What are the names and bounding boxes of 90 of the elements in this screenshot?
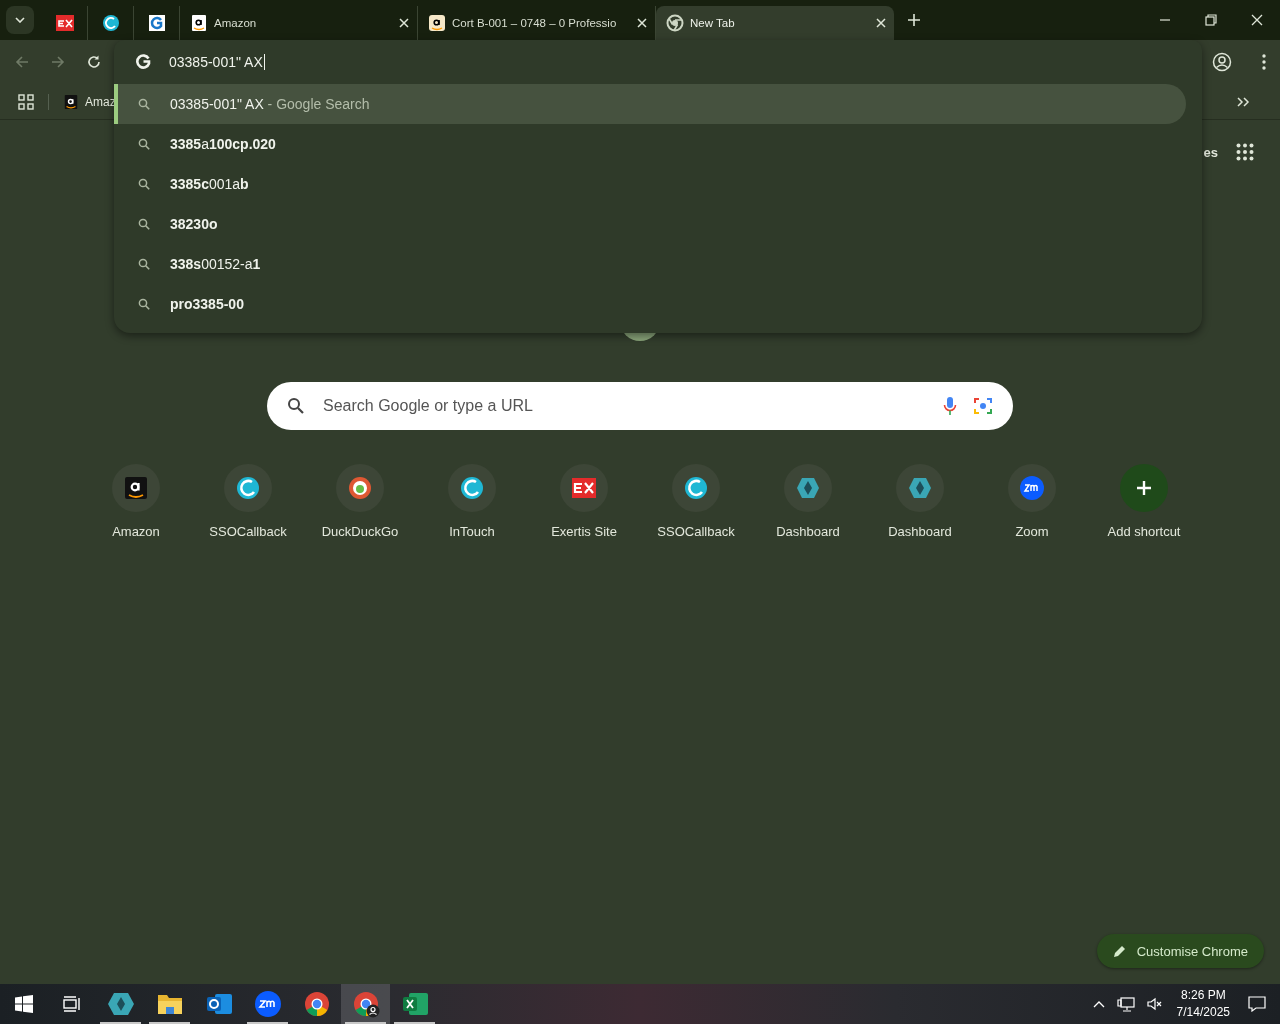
- chevron-double-icon[interactable]: [1236, 95, 1250, 108]
- suggestion-item[interactable]: 338s00152-a1: [114, 244, 1186, 284]
- search-icon: [138, 138, 150, 150]
- suggestion-text: 38230o: [170, 216, 218, 232]
- swirl-icon: [684, 476, 708, 500]
- back-icon[interactable]: [14, 54, 30, 70]
- swirl-icon: [460, 476, 484, 500]
- search-icon: [138, 178, 150, 190]
- close-icon[interactable]: [1251, 14, 1263, 26]
- reload-icon[interactable]: [86, 54, 102, 70]
- network-icon[interactable]: [1116, 996, 1135, 1012]
- shortcut-tile[interactable]: Add shortcut: [1088, 464, 1200, 539]
- shortcut-tile[interactable]: Amazon: [80, 464, 192, 539]
- search-box[interactable]: Search Google or type a URL: [267, 382, 1013, 430]
- header-link[interactable]: es: [1203, 144, 1218, 160]
- zm-logo-icon: [253, 990, 282, 1018]
- suggestion-text: pro3385-00: [170, 296, 244, 312]
- amazon-icon: [124, 476, 148, 500]
- g-logo-icon: [147, 14, 166, 32]
- profile-icon[interactable]: [1212, 52, 1232, 72]
- suggestion-text: 3385c001ab: [170, 176, 249, 192]
- forward-icon[interactable]: [50, 54, 66, 70]
- chevron-down-icon: [15, 17, 25, 23]
- zm-logo-icon: [1020, 476, 1044, 500]
- ex-logo-icon: [55, 14, 74, 32]
- taskbar-clock[interactable]: 8:26 PM 7/14/2025: [1176, 987, 1230, 1021]
- search-icon: [287, 397, 305, 415]
- search-field[interactable]: Search Google or type a URL: [321, 396, 927, 416]
- diamond-icon: [796, 476, 820, 500]
- excel-icon: [400, 990, 429, 1018]
- suggestion-item[interactable]: 03385-001" AX - Google Search: [114, 84, 1186, 124]
- windows-start-icon[interactable]: [15, 995, 33, 1013]
- shortcut-tile[interactable]: DuckDuckGo: [304, 464, 416, 539]
- close-icon[interactable]: [399, 18, 409, 28]
- chrome-icon: [302, 990, 331, 1018]
- close-icon[interactable]: [876, 18, 886, 28]
- task-view-icon[interactable]: [63, 996, 81, 1012]
- shortcut-tile[interactable]: Zoom: [976, 464, 1088, 539]
- tab-search-button[interactable]: [6, 6, 34, 34]
- suggestion-text: 3385a100cp.020: [170, 136, 276, 152]
- suggestion-item[interactable]: 38230o: [114, 204, 1186, 244]
- shortcut-tile[interactable]: SSOCallback: [640, 464, 752, 539]
- bookmark[interactable]: Amaz: [63, 93, 116, 110]
- pencil-icon: [1112, 944, 1127, 958]
- apps-grid-icon[interactable]: [1236, 143, 1254, 161]
- tab-title: Amazon: [214, 17, 258, 29]
- amazon-icon: [63, 93, 79, 110]
- suggestion-item[interactable]: 3385c001ab: [114, 164, 1186, 204]
- clock-date: 7/14/2025: [1176, 1004, 1230, 1021]
- tab-title: Cort B-001 – 0748 – 0 Professio: [452, 17, 618, 29]
- shortcut-tile[interactable]: Exertis Site: [528, 464, 640, 539]
- amazon-icon: [428, 14, 446, 32]
- customise-chrome-button[interactable]: Customise Chrome: [1096, 934, 1264, 968]
- search-icon: [138, 298, 150, 310]
- diamond-icon: [908, 476, 932, 500]
- apps-icon[interactable]: [18, 93, 34, 110]
- browser-tab[interactable]: New Tab: [656, 6, 894, 40]
- amazon-icon: [190, 14, 208, 32]
- suggestion-text: 338s00152-a1: [170, 256, 261, 272]
- tab-title: New Tab: [690, 17, 736, 29]
- search-icon: [138, 98, 150, 110]
- chrome-icon: [351, 990, 380, 1018]
- chrome-icon: [666, 14, 684, 32]
- duck-icon: [348, 476, 372, 500]
- address-field[interactable]: 03385-001" AX: [169, 54, 265, 70]
- clock-time: 8:26 PM: [1180, 987, 1226, 1004]
- suggestion-item[interactable]: 3385a100cp.020: [114, 124, 1186, 164]
- shortcut-tile[interactable]: Dashboard: [752, 464, 864, 539]
- restore-icon[interactable]: [1205, 14, 1217, 26]
- suggestion-item[interactable]: pro3385-00: [114, 284, 1186, 324]
- shortcut-tile[interactable]: SSOCallback: [192, 464, 304, 539]
- notification-icon[interactable]: [1248, 996, 1266, 1012]
- taskbar-app[interactable]: [341, 984, 390, 1024]
- chevron-up-icon[interactable]: [1092, 1000, 1105, 1008]
- g-logo-icon: [135, 54, 151, 70]
- swirl-icon: [101, 14, 120, 32]
- suggestion-text: 03385-001" AX - Google Search: [170, 96, 370, 112]
- camera-search-icon[interactable]: [973, 396, 993, 416]
- menu-icon[interactable]: [1262, 54, 1266, 70]
- volume-muted-icon[interactable]: [1146, 997, 1163, 1011]
- close-icon[interactable]: [637, 18, 647, 28]
- diamond-icon: [106, 990, 135, 1018]
- search-icon: [138, 258, 150, 270]
- new-tab-icon[interactable]: [908, 14, 920, 26]
- search-icon: [138, 218, 150, 230]
- microphone-icon[interactable]: [943, 396, 957, 416]
- shortcut-tile[interactable]: InTouch: [416, 464, 528, 539]
- ex-logo-icon: [572, 476, 596, 500]
- swirl-icon: [236, 476, 260, 500]
- shortcut-tile[interactable]: Dashboard: [864, 464, 976, 539]
